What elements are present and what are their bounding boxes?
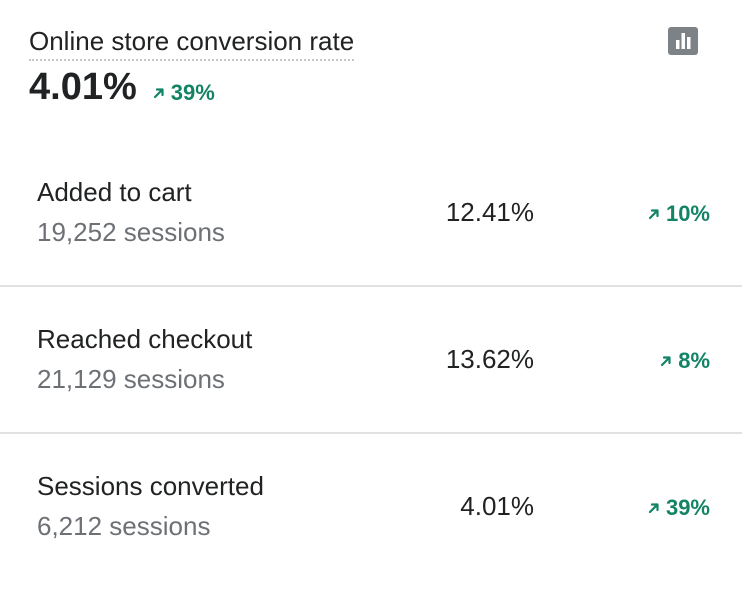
change-value: 10% [665,201,710,226]
step-change: 10% [648,200,710,228]
list-item: Sessions converted 6,212 sessions 4.01% … [0,434,742,579]
step-rate: 12.41% [445,197,534,227]
metric-row: 4.01% 39% [29,65,354,109]
conversion-rate-change: 39% [153,80,215,106]
session-count: 6,212 sessions [37,511,211,541]
change-value: 39% [665,495,710,520]
arrow-up-right-icon [660,355,672,367]
list-item: Added to cart 19,252 sessions 12.41% 10% [0,140,742,287]
step-change: 39% [648,494,710,522]
session-count: 19,252 sessions [37,217,225,247]
step-label: Sessions converted [37,471,264,501]
step-label: Reached checkout [37,324,253,354]
arrow-up-right-icon [153,87,165,99]
conversion-rate-card: Online store conversion rate 4.01% 39% A… [0,0,742,616]
arrow-up-right-icon [648,502,660,514]
funnel-list: Added to cart 19,252 sessions 12.41% 10%… [0,140,742,579]
change-value: 8% [678,348,710,373]
list-item: Reached checkout 21,129 sessions 13.62% … [0,287,742,434]
step-rate: 4.01% [460,491,534,521]
session-count: 21,129 sessions [37,364,225,394]
step-change: 8% [660,347,710,375]
step-label: Added to cart [37,177,192,207]
bar-chart-icon [676,33,691,49]
change-value: 39% [170,80,215,105]
view-chart-button[interactable] [668,27,698,55]
card-title[interactable]: Online store conversion rate [29,24,355,61]
arrow-up-right-icon [648,208,660,220]
conversion-rate-value: 4.01% [29,66,137,108]
card-header: Online store conversion rate 4.01% 39% [29,24,355,109]
step-rate: 13.62% [445,344,534,374]
